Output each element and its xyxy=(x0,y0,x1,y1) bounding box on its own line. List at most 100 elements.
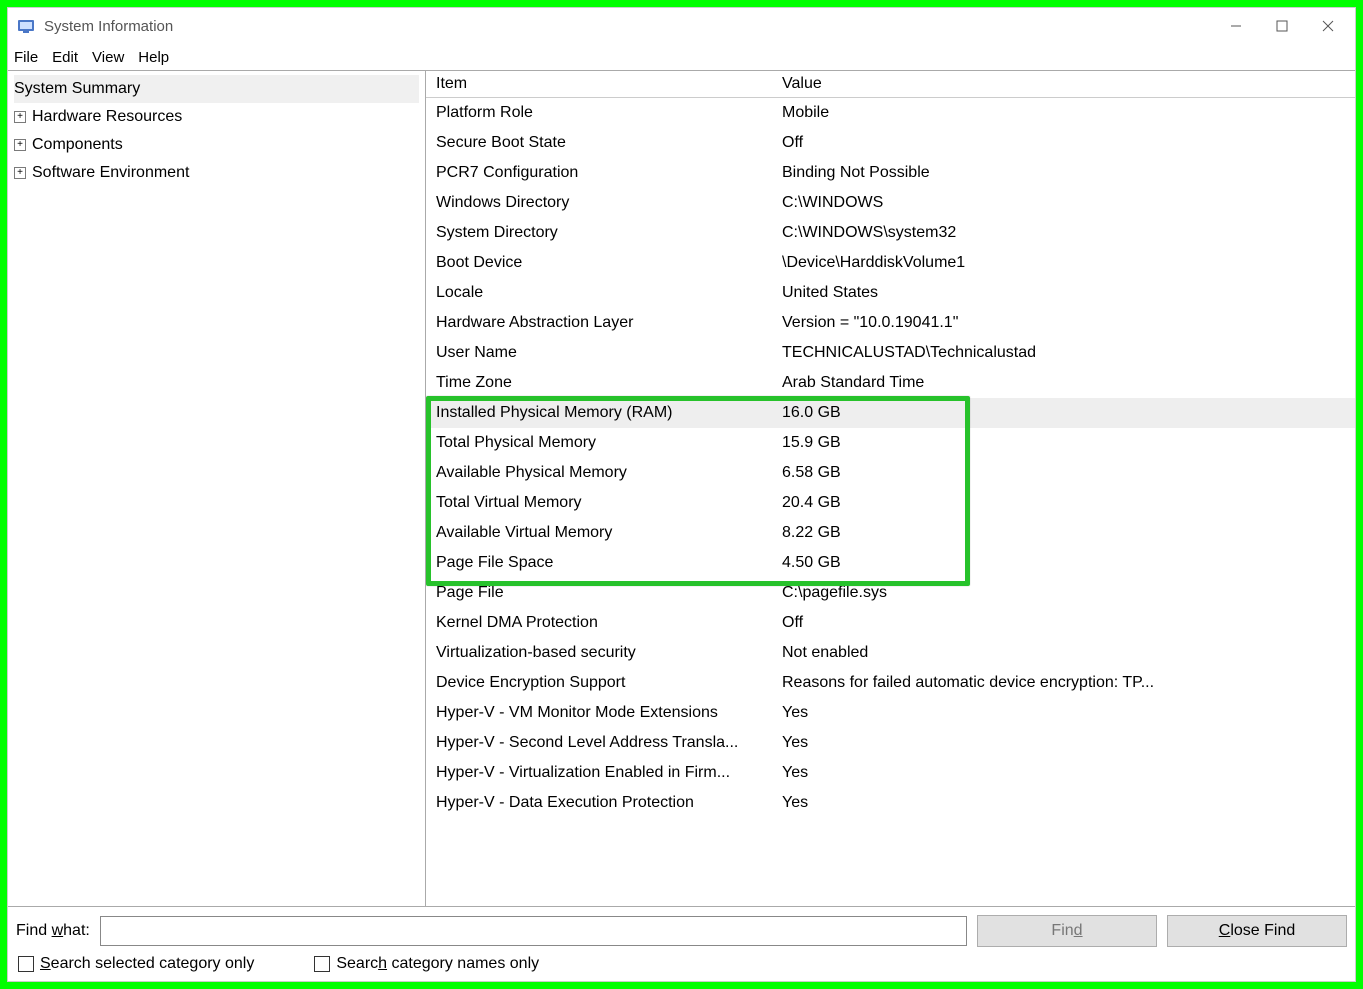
table-row[interactable]: Page FileC:\pagefile.sys xyxy=(426,578,1355,608)
row-item: Hardware Abstraction Layer xyxy=(436,314,782,332)
row-value: Yes xyxy=(782,734,1355,752)
row-item: Hyper-V - Second Level Address Transla..… xyxy=(436,734,782,752)
column-header-item[interactable]: Item xyxy=(436,75,782,93)
table-row[interactable]: Hardware Abstraction LayerVersion = "10.… xyxy=(426,308,1355,338)
search-selected-category-only-checkbox[interactable]: Search selected category only xyxy=(18,955,254,973)
table-row[interactable]: Available Physical Memory6.58 GB xyxy=(426,458,1355,488)
find-button[interactable]: Find xyxy=(977,915,1157,947)
table-row[interactable]: Device Encryption SupportReasons for fai… xyxy=(426,668,1355,698)
row-item: Total Physical Memory xyxy=(436,434,782,452)
row-value: 16.0 GB xyxy=(782,404,1355,422)
row-value: United States xyxy=(782,284,1355,302)
navigation-tree[interactable]: System Summary + Hardware Resources +Compon… xyxy=(8,71,426,906)
row-item: Time Zone xyxy=(436,374,782,392)
table-row[interactable]: Hyper-V - VM Monitor Mode ExtensionsYes xyxy=(426,698,1355,728)
row-value: Yes xyxy=(782,764,1355,782)
table-row[interactable]: Secure Boot StateOff xyxy=(426,128,1355,158)
nav-item-label: Software Environment xyxy=(32,164,189,182)
row-item: Boot Device xyxy=(436,254,782,272)
row-item: Page File xyxy=(436,584,782,602)
row-value: C:\WINDOWS xyxy=(782,194,1355,212)
row-value: Off xyxy=(782,134,1355,152)
table-row[interactable]: Hyper-V - Virtualization Enabled in Firm… xyxy=(426,758,1355,788)
table-row[interactable]: Page File Space4.50 GB xyxy=(426,548,1355,578)
close-find-button[interactable]: Close Find xyxy=(1167,915,1347,947)
row-value: Yes xyxy=(782,704,1355,722)
menu-edit[interactable]: Edit xyxy=(52,49,78,66)
content-area: System Summary + Hardware Resources +Compon… xyxy=(8,70,1355,906)
close-button[interactable] xyxy=(1305,10,1351,42)
table-row[interactable]: Time ZoneArab Standard Time xyxy=(426,368,1355,398)
title-bar[interactable]: System Information xyxy=(8,8,1355,44)
table-row[interactable]: User NameTECHNICALUSTAD\Technicalustad xyxy=(426,338,1355,368)
table-row[interactable]: PCR7 ConfigurationBinding Not Possible xyxy=(426,158,1355,188)
row-value: 6.58 GB xyxy=(782,464,1355,482)
maximize-button[interactable] xyxy=(1259,10,1305,42)
row-item: Platform Role xyxy=(436,104,782,122)
table-row[interactable]: LocaleUnited States xyxy=(426,278,1355,308)
table-row[interactable]: Total Virtual Memory20.4 GB xyxy=(426,488,1355,518)
row-value: Yes xyxy=(782,794,1355,812)
row-value: C:\pagefile.sys xyxy=(782,584,1355,602)
expand-icon[interactable]: + xyxy=(14,167,26,179)
menu-help[interactable]: Help xyxy=(138,49,169,66)
menu-file[interactable]: File xyxy=(14,49,38,66)
app-icon xyxy=(16,16,36,36)
row-value: 4.50 GB xyxy=(782,554,1355,572)
row-item: Secure Boot State xyxy=(436,134,782,152)
nav-item-software-environment[interactable]: + Software Environment xyxy=(14,159,419,187)
table-row[interactable]: Installed Physical Memory (RAM)16.0 GB xyxy=(426,398,1355,428)
window-title: System Information xyxy=(44,18,1213,35)
row-value: Version = "10.0.19041.1" xyxy=(782,314,1355,332)
table-row[interactable]: Kernel DMA ProtectionOff xyxy=(426,608,1355,638)
table-row[interactable]: Windows DirectoryC:\WINDOWS xyxy=(426,188,1355,218)
row-item: Available Virtual Memory xyxy=(436,524,782,542)
list-header[interactable]: Item Value xyxy=(426,71,1355,98)
row-value: 15.9 GB xyxy=(782,434,1355,452)
expand-icon[interactable]: + xyxy=(14,139,26,151)
menu-view[interactable]: View xyxy=(92,49,124,66)
checkbox-icon xyxy=(314,956,330,972)
row-item: PCR7 Configuration xyxy=(436,164,782,182)
row-value: Off xyxy=(782,614,1355,632)
row-value: Mobile xyxy=(782,104,1355,122)
nav-item-label: Hardware Resources xyxy=(32,108,182,126)
row-item: Installed Physical Memory (RAM) xyxy=(436,404,782,422)
row-value: Reasons for failed automatic device encr… xyxy=(782,674,1355,692)
menu-bar: File Edit View Help xyxy=(8,44,1355,70)
minimize-button[interactable] xyxy=(1213,10,1259,42)
window-controls xyxy=(1213,10,1351,42)
row-value: Arab Standard Time xyxy=(782,374,1355,392)
nav-item-components[interactable]: +Components xyxy=(14,131,419,159)
row-item: Virtualization-based security xyxy=(436,644,782,662)
row-value: \Device\HarddiskVolume1 xyxy=(782,254,1355,272)
table-row[interactable]: Platform RoleMobile xyxy=(426,98,1355,128)
table-row[interactable]: Hyper-V - Data Execution ProtectionYes xyxy=(426,788,1355,818)
checkbox-icon xyxy=(18,956,34,972)
table-row[interactable]: Hyper-V - Second Level Address Transla..… xyxy=(426,728,1355,758)
table-row[interactable]: System DirectoryC:\WINDOWS\system32 xyxy=(426,218,1355,248)
details-list[interactable]: Platform RoleMobileSecure Boot StateOffP… xyxy=(426,98,1355,906)
search-category-names-only-checkbox[interactable]: Search category names only xyxy=(314,955,539,973)
table-row[interactable]: Boot Device\Device\HarddiskVolume1 xyxy=(426,248,1355,278)
row-item: Total Virtual Memory xyxy=(436,494,782,512)
nav-item-hardware-resources[interactable]: + Hardware Resources xyxy=(14,103,419,131)
row-value: 20.4 GB xyxy=(782,494,1355,512)
system-information-window: System Information File Edit View Help S… xyxy=(7,7,1356,982)
row-item: Page File Space xyxy=(436,554,782,572)
column-header-value[interactable]: Value xyxy=(782,75,1355,93)
row-item: Kernel DMA Protection xyxy=(436,614,782,632)
table-row[interactable]: Available Virtual Memory8.22 GB xyxy=(426,518,1355,548)
table-row[interactable]: Total Physical Memory15.9 GB xyxy=(426,428,1355,458)
row-item: Windows Directory xyxy=(436,194,782,212)
expand-icon[interactable]: + xyxy=(14,111,26,123)
row-item: Hyper-V - VM Monitor Mode Extensions xyxy=(436,704,782,722)
nav-item-label: System Summary xyxy=(14,80,140,98)
table-row[interactable]: Virtualization-based securityNot enabled xyxy=(426,638,1355,668)
row-item: Hyper-V - Virtualization Enabled in Firm… xyxy=(436,764,782,782)
nav-item-system-summary[interactable]: System Summary xyxy=(14,75,419,103)
find-input[interactable] xyxy=(100,916,967,946)
row-value: TECHNICALUSTAD\Technicalustad xyxy=(782,344,1355,362)
row-item: Available Physical Memory xyxy=(436,464,782,482)
row-item: Locale xyxy=(436,284,782,302)
